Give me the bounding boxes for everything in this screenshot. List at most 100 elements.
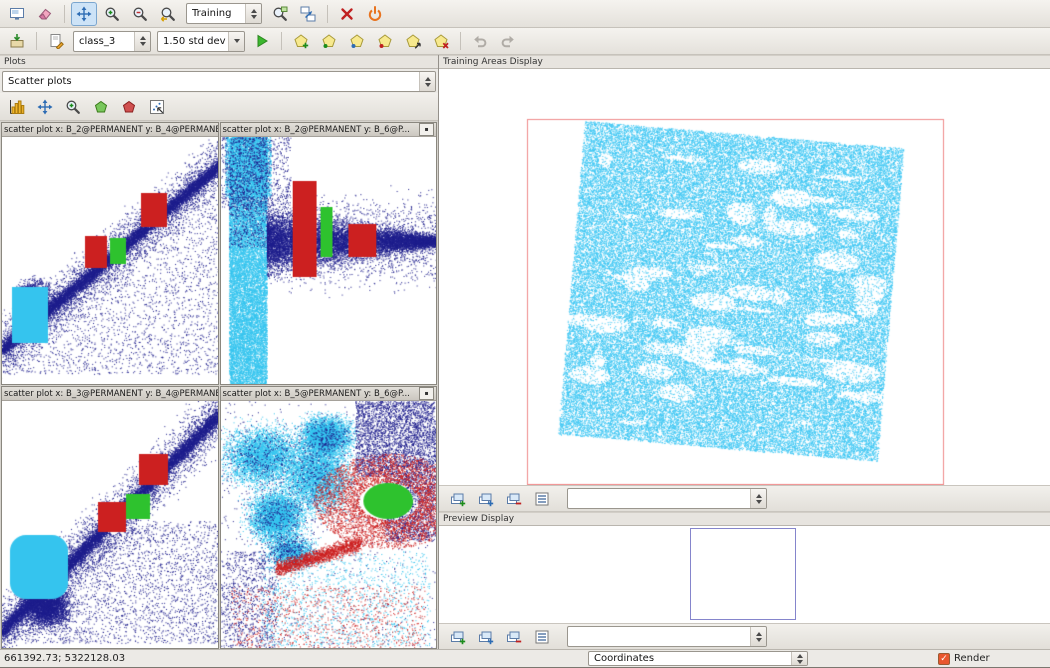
run-analysis-button[interactable] bbox=[249, 29, 275, 53]
plot-type-select[interactable]: Scatter plots bbox=[2, 71, 436, 92]
remove-vertex-button[interactable] bbox=[372, 29, 398, 53]
preview-display-caption: Preview Display bbox=[439, 512, 1050, 526]
toolbar-separator bbox=[327, 5, 328, 23]
training-map-select[interactable]: Training bbox=[186, 3, 262, 24]
coordinates-readout: 661392.73; 5322128.03 bbox=[0, 653, 125, 664]
plots-toolbar bbox=[0, 93, 438, 121]
remove-layer-button[interactable] bbox=[501, 625, 527, 649]
render-label: Render bbox=[954, 653, 990, 664]
pan-icon bbox=[76, 6, 92, 22]
move-area-button[interactable] bbox=[400, 29, 426, 53]
app-window: Training class_3 1.50 std dev bbox=[0, 0, 1050, 668]
scatter-plot-canvas[interactable] bbox=[2, 401, 218, 648]
redo-icon bbox=[500, 33, 516, 49]
plot-title-bar: scatter plot x: B_5@PERMANENT y: B_6@P..… bbox=[221, 387, 437, 401]
combo-spinner bbox=[750, 489, 766, 508]
scatter-plot-pane: scatter plot x: B_2@PERMANENT y: B_4@PER… bbox=[1, 122, 219, 385]
select-exclude-button[interactable] bbox=[116, 95, 142, 119]
plot-menu-button[interactable] bbox=[419, 387, 434, 400]
scatter-plot-pane: scatter plot x: B_2@PERMANENT y: B_6@P..… bbox=[220, 122, 438, 385]
remove-layer-icon bbox=[506, 629, 522, 645]
statusbar-mode-select[interactable]: Coordinates bbox=[588, 651, 808, 666]
stddev-select-value: 1.50 std dev bbox=[163, 36, 226, 47]
scatter-plot-canvas[interactable] bbox=[2, 137, 218, 384]
main-toolbar: Training bbox=[0, 0, 1050, 28]
edit-class-button[interactable] bbox=[43, 29, 69, 53]
zoom-to-map-icon bbox=[272, 6, 288, 22]
delete-area-button[interactable] bbox=[428, 29, 454, 53]
pan-button[interactable] bbox=[71, 2, 97, 26]
edit-document-icon bbox=[48, 33, 64, 49]
scatter-plot-canvas[interactable] bbox=[221, 401, 437, 648]
adjust-displays-button[interactable] bbox=[295, 2, 321, 26]
layer-list-icon bbox=[534, 629, 550, 645]
scatter-plot-pane: scatter plot x: B_5@PERMANENT y: B_6@P..… bbox=[220, 386, 438, 649]
add-layer-button[interactable] bbox=[445, 625, 471, 649]
move-vertex-button[interactable] bbox=[344, 29, 370, 53]
training-display-toolbar bbox=[439, 485, 1050, 512]
plots-pan-button[interactable] bbox=[32, 95, 58, 119]
render-toggle[interactable]: Render bbox=[938, 653, 990, 665]
undo-button[interactable] bbox=[467, 29, 493, 53]
digitize-area-icon bbox=[293, 33, 309, 49]
digitize-area-button[interactable] bbox=[288, 29, 314, 53]
histogram-button[interactable] bbox=[4, 95, 30, 119]
scatter-plot-canvas[interactable] bbox=[221, 137, 437, 384]
add-group-icon bbox=[478, 629, 494, 645]
combo-spinner bbox=[134, 32, 150, 51]
monitor-icon bbox=[9, 6, 25, 22]
class-toolbar: class_3 1.50 std dev bbox=[0, 28, 1050, 55]
plot-type-row: Scatter plots bbox=[0, 69, 438, 93]
green-polygon-icon bbox=[93, 99, 109, 115]
layer-options-button[interactable] bbox=[529, 625, 555, 649]
stddev-select[interactable]: 1.50 std dev bbox=[157, 31, 245, 52]
render-checkbox[interactable] bbox=[938, 653, 950, 665]
plots-panel: Plots Scatter plots scatter plot x: B_2@ bbox=[0, 55, 439, 650]
add-vertex-icon bbox=[321, 33, 337, 49]
layer-options-button[interactable] bbox=[529, 487, 555, 511]
plots-zoom-button[interactable] bbox=[60, 95, 86, 119]
add-group-button[interactable] bbox=[473, 625, 499, 649]
class-select-value: class_3 bbox=[79, 36, 115, 47]
plot-title: scatter plot x: B_3@PERMANENT y: B_4@PER… bbox=[4, 389, 218, 399]
plot-title: scatter plot x: B_5@PERMANENT y: B_6@P..… bbox=[223, 389, 410, 399]
add-group-button[interactable] bbox=[473, 487, 499, 511]
training-map-canvas[interactable] bbox=[439, 69, 1050, 485]
plot-title-bar: scatter plot x: B_3@PERMANENT y: B_4@PER… bbox=[2, 387, 218, 401]
remove-vertex-icon bbox=[377, 33, 393, 49]
play-icon bbox=[254, 33, 270, 49]
add-layer-button[interactable] bbox=[445, 487, 471, 511]
zoom-to-map-button[interactable] bbox=[267, 2, 293, 26]
quit-button[interactable] bbox=[362, 2, 388, 26]
plot-title-bar: scatter plot x: B_2@PERMANENT y: B_6@P..… bbox=[221, 123, 437, 137]
toolbar-separator bbox=[64, 5, 65, 23]
remove-layer-button[interactable] bbox=[501, 487, 527, 511]
plots-panel-caption: Plots bbox=[0, 55, 438, 69]
import-icon bbox=[9, 33, 25, 49]
zoom-in-icon bbox=[65, 99, 81, 115]
plot-menu-button[interactable] bbox=[419, 123, 434, 136]
zoom-out-button[interactable] bbox=[127, 2, 153, 26]
erase-display-button[interactable] bbox=[32, 2, 58, 26]
move-area-icon bbox=[405, 33, 421, 49]
training-map-layer-select[interactable] bbox=[567, 488, 767, 509]
zoom-back-button[interactable] bbox=[155, 2, 181, 26]
redo-button[interactable] bbox=[495, 29, 521, 53]
add-vertex-button[interactable] bbox=[316, 29, 342, 53]
plot-type-select-value: Scatter plots bbox=[8, 76, 72, 87]
select-include-button[interactable] bbox=[88, 95, 114, 119]
class-select[interactable]: class_3 bbox=[73, 31, 151, 52]
scatter-select-button[interactable] bbox=[144, 95, 170, 119]
display-map-button[interactable] bbox=[4, 2, 30, 26]
scatter-select-icon bbox=[149, 99, 165, 115]
import-areas-button[interactable] bbox=[4, 29, 30, 53]
combo-spinner bbox=[750, 627, 766, 646]
add-group-icon bbox=[478, 491, 494, 507]
zoom-in-button[interactable] bbox=[99, 2, 125, 26]
preview-map-layer-select[interactable] bbox=[567, 626, 767, 647]
preview-map-area[interactable] bbox=[439, 526, 1050, 623]
combo-spinner bbox=[228, 32, 244, 51]
training-map-select-value: Training bbox=[192, 8, 231, 19]
add-layer-icon bbox=[450, 629, 466, 645]
exit-button[interactable] bbox=[334, 2, 360, 26]
